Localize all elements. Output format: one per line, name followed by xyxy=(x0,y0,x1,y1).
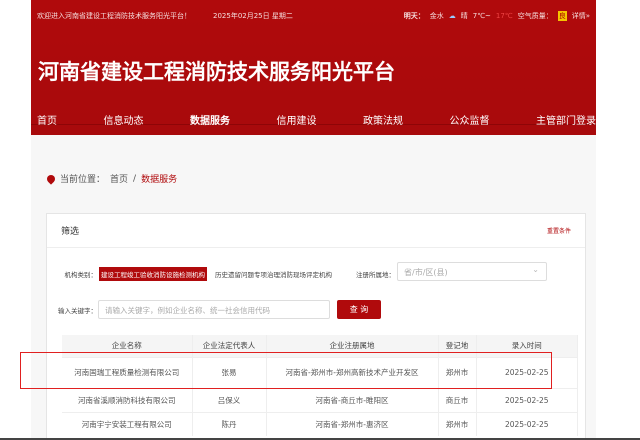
breadcrumb-sep: / xyxy=(133,173,137,184)
nav-supervision[interactable]: 公众监督 xyxy=(450,112,490,127)
filter-card: 筛选 重置条件 机构类别： 建设工程竣工验收消防设施检测机构 历史遗留问题专项治… xyxy=(46,213,586,440)
keyword-input[interactable]: 请输入关键字，例如企业名称、统一社会信用代码 xyxy=(98,300,330,319)
cell: 商丘市 xyxy=(438,387,477,412)
region-select[interactable]: 省/市/区(县) ⌄ xyxy=(397,262,547,281)
region-placeholder: 省/市/区(县) xyxy=(404,268,448,277)
temp-high: 17℃ xyxy=(495,12,513,20)
welcome-text: 欢迎进入河南省建设工程消防技术服务阳光平台！ xyxy=(37,12,191,20)
breadcrumb-current: 数据服务 xyxy=(141,175,178,185)
filter-title: 筛选 xyxy=(61,227,80,237)
nav-news[interactable]: 信息动态 xyxy=(104,112,144,127)
cell: 河南省-商丘市-睢阳区 xyxy=(266,387,439,412)
cell: 河南宇宁安装工程有限公司 xyxy=(62,411,193,436)
nav-admin-login[interactable]: 主管部门登录 xyxy=(536,112,596,127)
cell: 河南省溪顺消防科技有限公司 xyxy=(62,387,193,412)
breadcrumb: 当前位置： 首页 / 数据服务 xyxy=(45,172,178,185)
nav-home[interactable]: 首页 xyxy=(37,112,57,127)
header: 欢迎进入河南省建设工程消防技术服务阳光平台！ 2025年02月25日 星期二 明… xyxy=(31,0,596,135)
weather-icon: ☁ xyxy=(448,12,456,20)
nav-data-service[interactable]: 数据服务 xyxy=(190,112,230,127)
main-nav: 首页 信息动态 数据服务 信用建设 政策法规 公众监督 主管部门登录 xyxy=(37,112,596,127)
type-option-selected[interactable]: 建设工程竣工验收消防设施检测机构 xyxy=(99,267,207,281)
cell: 2025-02-25 xyxy=(476,411,578,436)
detail-link[interactable]: 详情» xyxy=(572,11,590,21)
breadcrumb-label: 当前位置： xyxy=(60,175,106,185)
reset-button[interactable]: 重置条件 xyxy=(547,226,571,235)
type-label: 机构类别： xyxy=(64,271,98,279)
search-button[interactable]: 查 询 xyxy=(337,300,381,319)
cell: 吕保义 xyxy=(192,387,267,412)
date-text: 2025年02月25日 星期二 xyxy=(213,12,293,20)
cell: 陈丹 xyxy=(192,411,267,436)
table-row[interactable]: 河南省溪顺消防科技有限公司 吕保义 河南省-商丘市-睢阳区 商丘市 2025-02-25 xyxy=(62,387,578,412)
top-bar: 欢迎进入河南省建设工程消防技术服务阳光平台！ 2025年02月25日 星期二 明… xyxy=(37,11,590,21)
location-pin-icon xyxy=(45,172,57,185)
cell: 2025-02-25 xyxy=(476,387,578,412)
aqi-badge: 良 xyxy=(557,11,567,21)
cell: 郑州市 xyxy=(438,411,477,436)
cell: 河南省-郑州市-惠济区 xyxy=(266,411,439,436)
table-row[interactable]: 河南宇宁安装工程有限公司 陈丹 河南省-郑州市-惠济区 郑州市 2025-02-25 xyxy=(62,411,578,436)
type-option[interactable]: 历史遗留问题专项治理消防现场评定机构 xyxy=(215,269,332,279)
temp-low: 7℃~ xyxy=(472,12,491,20)
breadcrumb-home[interactable]: 首页 xyxy=(110,172,128,185)
region-label: 注册所属地： xyxy=(356,271,395,279)
site-title: 河南省建设工程消防技术服务阳光平台 xyxy=(38,60,395,84)
nav-policy[interactable]: 政策法规 xyxy=(363,112,403,127)
chevron-down-icon: ⌄ xyxy=(532,265,539,274)
air-label: 空气质量： xyxy=(517,12,553,20)
weather: 晴 xyxy=(460,12,468,20)
nav-credit[interactable]: 信用建设 xyxy=(277,112,317,127)
city: 金水 xyxy=(429,12,444,20)
keyword-label: 输入关键字： xyxy=(58,307,97,315)
highlight-box xyxy=(20,352,552,389)
tomorrow-label: 明天： xyxy=(403,12,425,20)
